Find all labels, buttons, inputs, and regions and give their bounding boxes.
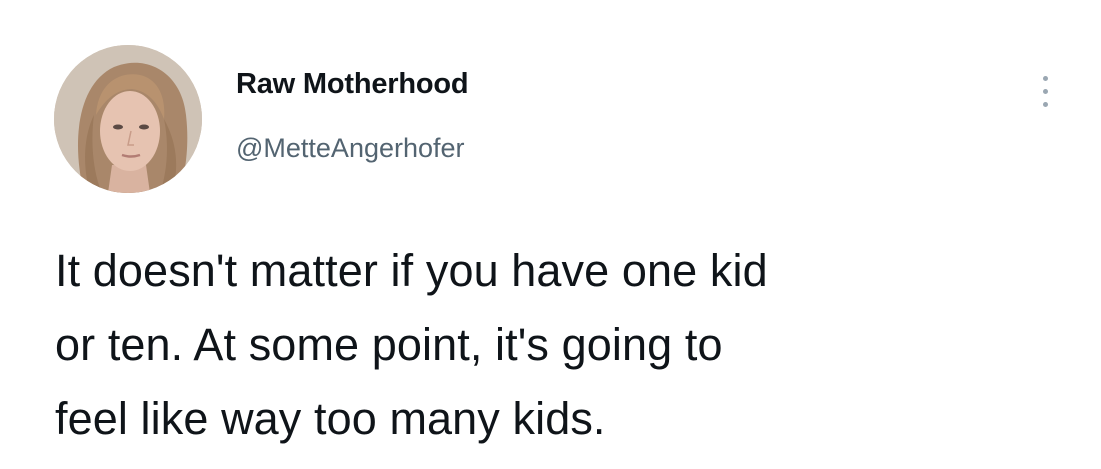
tweet-text: It doesn't matter if you have one kid or… [55, 234, 1065, 456]
more-dot [1043, 102, 1048, 107]
more-dot [1043, 89, 1048, 94]
tweet-text-line: It doesn't matter if you have one kid [55, 245, 768, 296]
tweet-text-line: or ten. At some point, it's going to [55, 319, 723, 370]
more-vertical-icon[interactable] [1034, 70, 1058, 114]
profile-photo-icon [54, 45, 202, 193]
author-handle[interactable]: @MetteAngerhofer [236, 133, 465, 164]
author-avatar[interactable] [54, 45, 202, 193]
author-display-name[interactable]: Raw Motherhood [236, 68, 469, 101]
more-dot [1043, 76, 1048, 81]
tweet-card: Raw Motherhood @MetteAngerhofer It doesn… [0, 0, 1101, 469]
tweet-text-line: feel like way too many kids. [55, 393, 606, 444]
